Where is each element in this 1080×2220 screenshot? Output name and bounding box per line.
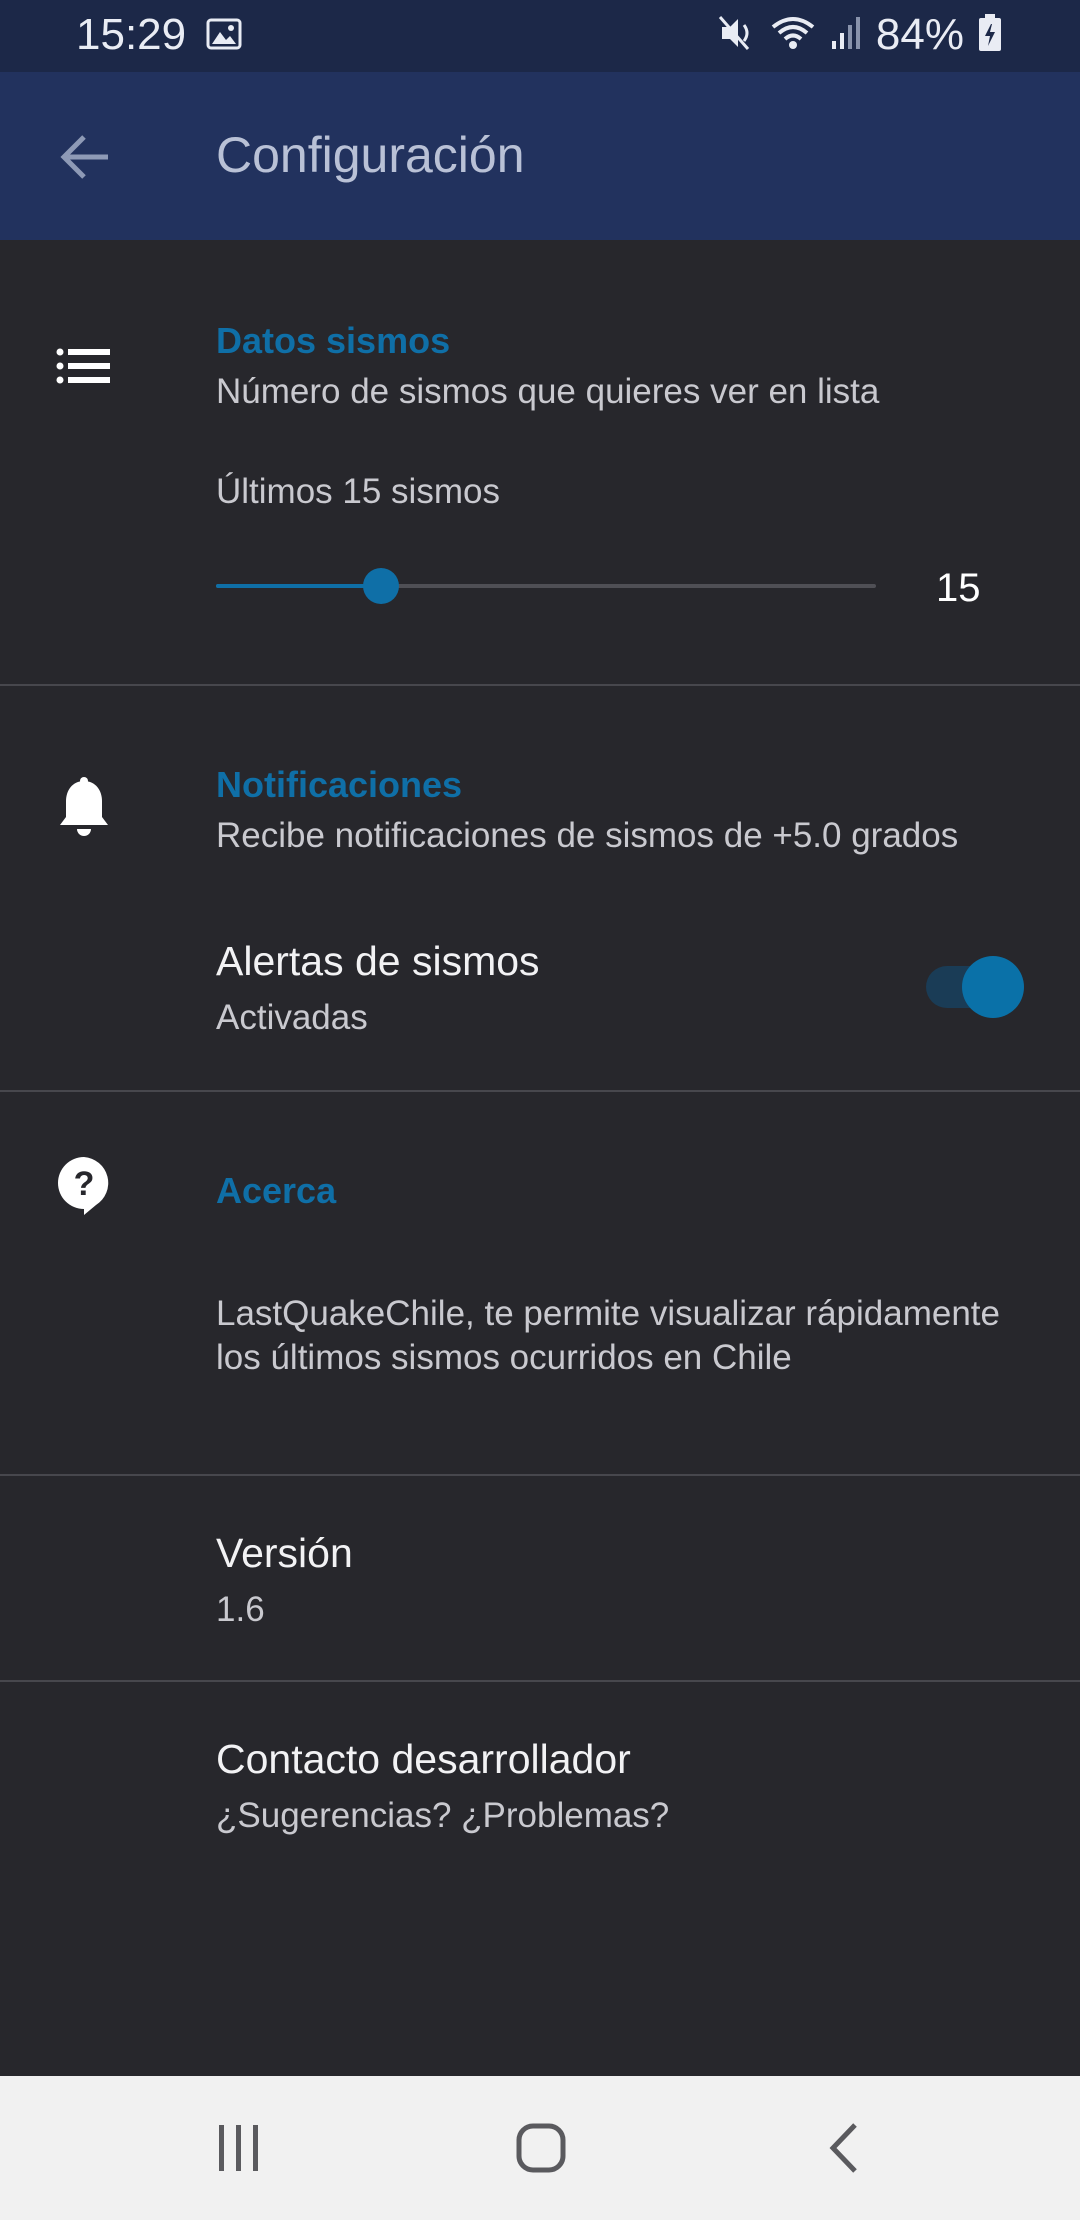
recents-icon[interactable] xyxy=(194,2112,284,2184)
divider xyxy=(0,684,1080,686)
divider xyxy=(0,1474,1080,1476)
svg-text:?: ? xyxy=(74,1165,95,1203)
about-section-title: Acerca xyxy=(216,1170,337,1211)
about-description: LastQuakeChile, te permite visualizar rá… xyxy=(216,1294,1000,1377)
status-indicators: 84% xyxy=(718,10,1002,60)
wifi-icon xyxy=(770,15,816,56)
app-bar: Configuración xyxy=(0,72,1080,240)
home-icon[interactable] xyxy=(496,2112,586,2184)
alerts-toggle-title: Alertas de sismos xyxy=(216,938,540,984)
alerts-toggle-status: Activadas xyxy=(216,998,368,1037)
divider xyxy=(0,1680,1080,1682)
alerts-toggle-switch[interactable] xyxy=(962,956,1024,1018)
status-time: 15:29 xyxy=(76,10,187,59)
slider-label: Últimos 15 sismos xyxy=(216,472,500,511)
system-nav-bar xyxy=(0,2076,1080,2220)
arrow-back-icon[interactable] xyxy=(50,122,120,192)
mute-icon xyxy=(718,15,756,56)
contact-title: Contacto desarrollador xyxy=(216,1736,631,1782)
version-title: Versión xyxy=(216,1530,353,1576)
image-icon xyxy=(206,18,242,55)
signal-icon xyxy=(830,15,862,56)
bell-icon xyxy=(52,776,116,840)
page-title: Configuración xyxy=(216,127,525,183)
status-bar: 15:29 84% xyxy=(0,0,1080,72)
list-icon xyxy=(52,334,116,398)
data-section-subtitle: Número de sismos que quieres ver en list… xyxy=(216,372,880,411)
divider xyxy=(0,1090,1080,1092)
data-section-title: Datos sismos xyxy=(216,320,451,361)
slider-fill xyxy=(216,584,381,588)
back-icon[interactable] xyxy=(798,2112,888,2184)
notifications-section-title: Notificaciones xyxy=(216,764,463,805)
version-value: 1.6 xyxy=(216,1590,265,1629)
help-icon: ? xyxy=(52,1154,116,1218)
notifications-section-subtitle: Recibe notificaciones de sismos de +5.0 … xyxy=(216,816,959,855)
battery-icon xyxy=(978,13,1002,57)
slider-thumb[interactable] xyxy=(363,568,399,604)
contact-subtitle: ¿Sugerencias? ¿Problemas? xyxy=(216,1796,670,1835)
slider-value: 15 xyxy=(936,566,981,610)
earthquake-count-slider[interactable] xyxy=(216,568,876,604)
battery-percentage: 84% xyxy=(875,10,964,59)
